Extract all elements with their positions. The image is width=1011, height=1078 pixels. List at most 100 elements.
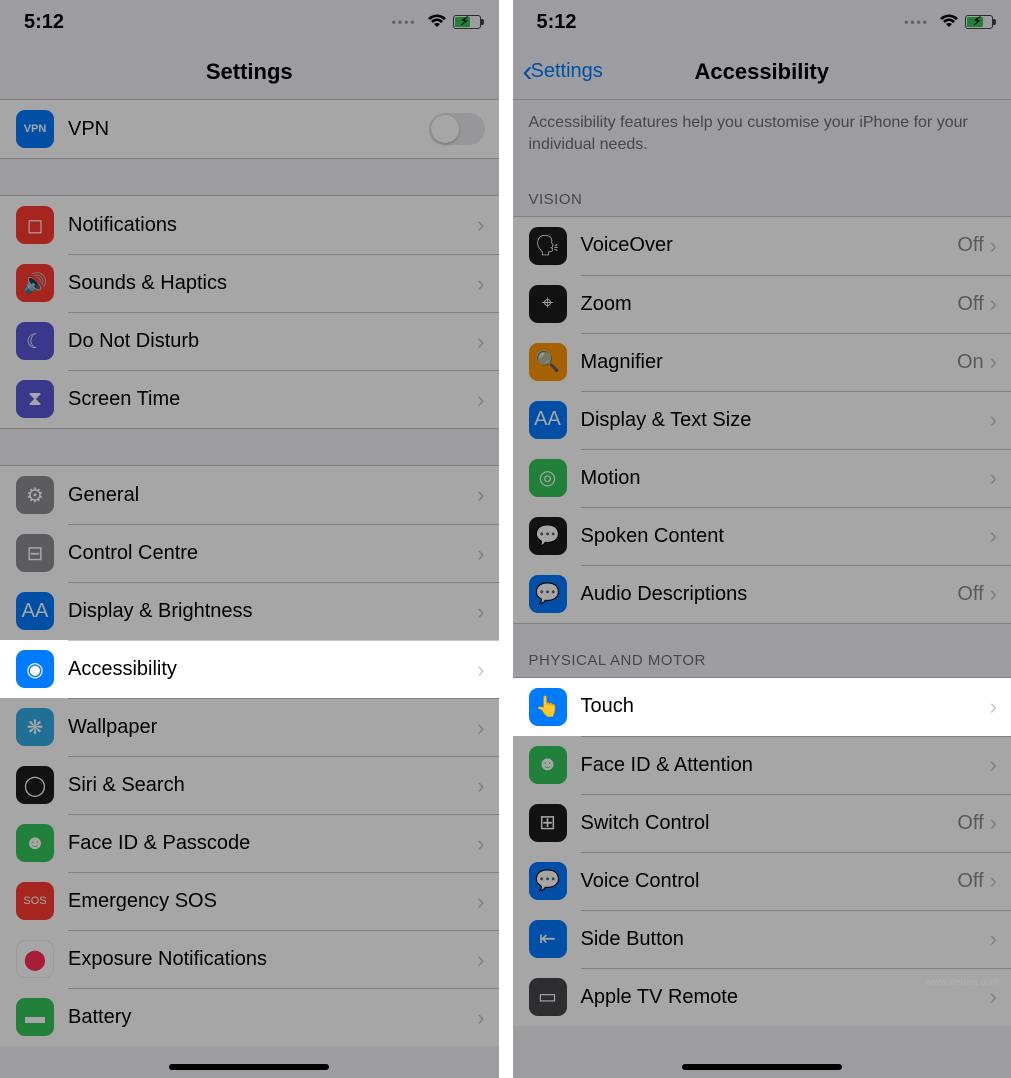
row-label: Apple TV Remote xyxy=(581,986,990,1009)
row-accessibility[interactable]: ◉Accessibility› xyxy=(0,640,499,698)
row-label: Wallpaper xyxy=(68,716,477,739)
sounds-haptics-icon: 🔊 xyxy=(16,264,54,302)
apple-tv-remote-icon: ▭ xyxy=(529,978,567,1016)
row-voiceover[interactable]: 🗣VoiceOverOff› xyxy=(513,217,1011,275)
row-label: Display & Text Size xyxy=(581,409,990,432)
row-label: Zoom xyxy=(581,293,958,316)
row-face-id-attention[interactable]: ☻Face ID & Attention› xyxy=(513,736,1011,794)
row-display-text-size[interactable]: AA Display & Text Size› xyxy=(513,391,1011,449)
row-siri-search[interactable]: ◯Siri & Search› xyxy=(0,756,499,814)
row-label: Exposure Notifications xyxy=(68,948,477,971)
row-voice-control[interactable]: 💬Voice ControlOff› xyxy=(513,852,1011,910)
zoom-icon: ⌖ xyxy=(529,285,567,323)
chevron-right-icon: › xyxy=(990,349,997,375)
row-display-brightness[interactable]: AADisplay & Brightness› xyxy=(0,582,499,640)
wifi-icon xyxy=(939,11,959,34)
switch-control-icon: ⊞ xyxy=(529,804,567,842)
chevron-right-icon: › xyxy=(477,212,484,238)
row-label: Battery xyxy=(68,1006,477,1029)
row-spoken-content[interactable]: 💬Spoken Content› xyxy=(513,507,1011,565)
section-description: Accessibility features help you customis… xyxy=(513,100,1011,163)
row-label: Face ID & Passcode xyxy=(68,832,477,855)
status-time: 5:12 xyxy=(537,11,577,34)
row-vpn[interactable]: VPN VPN xyxy=(0,100,499,158)
row-zoom[interactable]: ⌖ZoomOff› xyxy=(513,275,1011,333)
vpn-toggle[interactable] xyxy=(429,113,485,145)
emergency-sos-icon: SOS xyxy=(16,882,54,920)
chevron-right-icon: › xyxy=(990,694,997,720)
row-wallpaper[interactable]: ❋Wallpaper› xyxy=(0,698,499,756)
chevron-right-icon: › xyxy=(477,889,484,915)
row-sounds-haptics[interactable]: 🔊 Sounds & Haptics› xyxy=(0,254,499,312)
chevron-right-icon: › xyxy=(477,947,484,973)
row-magnifier[interactable]: 🔍MagnifierOn› xyxy=(513,333,1011,391)
chevron-right-icon: › xyxy=(990,523,997,549)
row-audio-descriptions[interactable]: 💬Audio DescriptionsOff› xyxy=(513,565,1011,623)
back-label: Settings xyxy=(531,60,603,83)
row-label: Switch Control xyxy=(581,812,958,835)
chevron-right-icon: › xyxy=(990,810,997,836)
status-bar: 5:12 •••• ⚡︎ xyxy=(0,0,499,44)
row-label: Emergency SOS xyxy=(68,890,477,913)
row-exposure-notifications[interactable]: ⬤ Exposure Notifications› xyxy=(0,930,499,988)
page-title: Settings xyxy=(206,59,293,85)
row-control-centre[interactable]: ⊟ Control Centre› xyxy=(0,524,499,582)
row-face-id-passcode[interactable]: ☻Face ID & Passcode› xyxy=(0,814,499,872)
status-time: 5:12 xyxy=(24,11,64,34)
row-notifications[interactable]: ◻︎Notifications› xyxy=(0,196,499,254)
row-battery[interactable]: ▬Battery› xyxy=(0,988,499,1046)
home-indicator[interactable] xyxy=(169,1064,329,1070)
row-label: Spoken Content xyxy=(581,525,990,548)
voice-control-icon: 💬 xyxy=(529,862,567,900)
row-general[interactable]: ⚙︎General› xyxy=(0,466,499,524)
chevron-right-icon: › xyxy=(477,482,484,508)
chevron-right-icon: › xyxy=(477,541,484,567)
accessibility-screen: 5:12 •••• ⚡︎ ‹ Settings Accessibility Ac… xyxy=(513,0,1011,1078)
row-label: Notifications xyxy=(68,214,477,237)
battery-icon: ⚡︎ xyxy=(453,15,481,29)
row-label: Display & Brightness xyxy=(68,600,477,623)
watermark: www.deuaq.com xyxy=(926,977,999,988)
chevron-right-icon: › xyxy=(990,233,997,259)
home-indicator[interactable] xyxy=(682,1064,842,1070)
battery-icon: ⚡︎ xyxy=(965,15,993,29)
chevron-right-icon: › xyxy=(477,657,484,683)
chevron-right-icon: › xyxy=(990,581,997,607)
status-bar: 5:12 •••• ⚡︎ xyxy=(513,0,1011,44)
row-do-not-disturb[interactable]: ☾Do Not Disturb› xyxy=(0,312,499,370)
row-label: Sounds & Haptics xyxy=(68,272,477,295)
back-button[interactable]: ‹ Settings xyxy=(523,57,603,87)
row-side-button[interactable]: ⇤Side Button› xyxy=(513,910,1011,968)
audio-descriptions-icon: 💬 xyxy=(529,575,567,613)
chevron-right-icon: › xyxy=(990,407,997,433)
chevron-right-icon: › xyxy=(990,984,997,1010)
chevron-right-icon: › xyxy=(990,465,997,491)
cellular-dots-icon: •••• xyxy=(392,15,417,29)
section-header-vision: VISION xyxy=(513,163,1011,216)
page-title: Accessibility xyxy=(694,59,829,85)
display-text-size-icon: AA xyxy=(529,401,567,439)
chevron-right-icon: › xyxy=(477,773,484,799)
display-brightness-icon: AA xyxy=(16,592,54,630)
row-screen-time[interactable]: ⧗Screen Time› xyxy=(0,370,499,428)
row-motion[interactable]: ◎Motion› xyxy=(513,449,1011,507)
control-centre-icon: ⊟ xyxy=(16,534,54,572)
row-detail: Off xyxy=(957,812,983,835)
row-detail: Off xyxy=(957,583,983,606)
chevron-right-icon: › xyxy=(477,271,484,297)
exposure-notifications-icon: ⬤ xyxy=(16,940,54,978)
row-emergency-sos[interactable]: SOS Emergency SOS› xyxy=(0,872,499,930)
nav-bar: ‹ Settings Accessibility xyxy=(513,44,1011,100)
motion-icon: ◎ xyxy=(529,459,567,497)
nav-bar: Settings xyxy=(0,44,499,100)
accessibility-icon: ◉ xyxy=(16,650,54,688)
row-label: VPN xyxy=(68,118,429,141)
row-label: Touch xyxy=(581,695,990,718)
magnifier-icon: 🔍 xyxy=(529,343,567,381)
do-not-disturb-icon: ☾ xyxy=(16,322,54,360)
siri-search-icon: ◯ xyxy=(16,766,54,804)
row-label: Control Centre xyxy=(68,542,477,565)
chevron-right-icon: › xyxy=(990,868,997,894)
row-switch-control[interactable]: ⊞ Switch ControlOff › xyxy=(513,794,1011,852)
row-touch[interactable]: 👆Touch› xyxy=(513,678,1011,736)
